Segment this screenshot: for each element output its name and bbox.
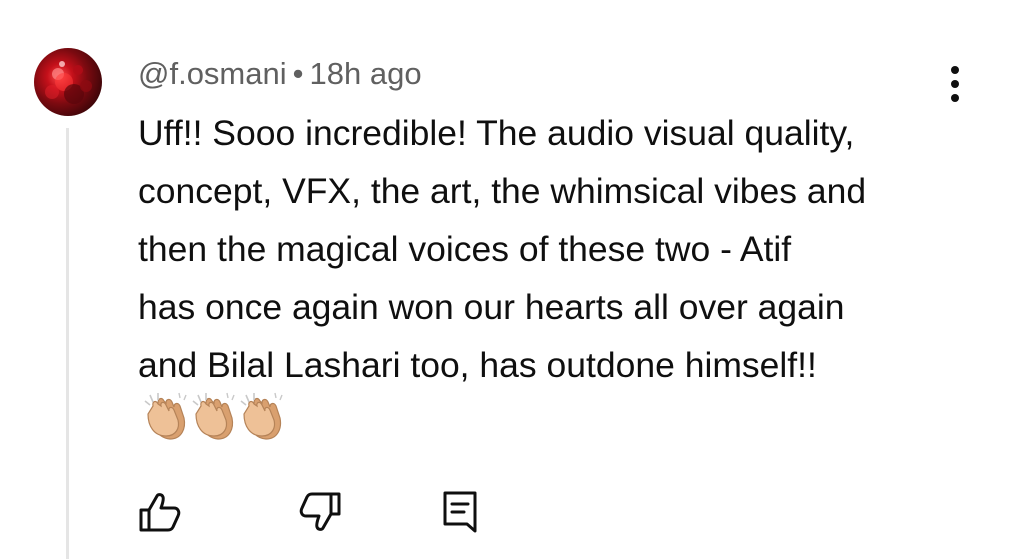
- clapping-hands-icon: [144, 392, 187, 440]
- clapping-hands-icon: [192, 392, 235, 440]
- reply-comment-icon: [443, 491, 477, 533]
- comment-text-line: and Bilal Lashari too, has outdone himse…: [138, 345, 817, 385]
- comment-item: @f.osmani • 18h ago Uff!! Sooo incredible!…: [0, 0, 1024, 559]
- comment-meta: @f.osmani • 18h ago: [138, 54, 422, 94]
- reply-button[interactable]: [436, 488, 484, 536]
- comment-timestamp[interactable]: 18h ago: [310, 56, 422, 91]
- avatar[interactable]: [34, 48, 102, 116]
- comment-text-line: Uff!! Sooo incredible! The audio visual …: [138, 113, 855, 153]
- thread-line: [66, 128, 69, 559]
- like-button[interactable]: [136, 488, 184, 536]
- thumbs-down-icon: [299, 492, 341, 531]
- comment-text-line: has once again won our hearts all over a…: [138, 287, 845, 327]
- dislike-button[interactable]: [296, 488, 344, 536]
- clapping-hands-icon: [240, 392, 283, 440]
- more-vertical-icon[interactable]: [944, 62, 968, 106]
- comment-text-line: then the magical voices of these two - A…: [138, 229, 792, 269]
- author-handle[interactable]: @f.osmani: [138, 56, 287, 91]
- comment-text: Uff!! Sooo incredible! The audio visual …: [138, 104, 958, 394]
- thumbs-up-icon: [139, 493, 181, 532]
- meta-separator: •: [292, 56, 304, 91]
- comment-text-line: concept, VFX, the art, the whimsical vib…: [138, 171, 867, 211]
- avatar-image: [45, 61, 92, 104]
